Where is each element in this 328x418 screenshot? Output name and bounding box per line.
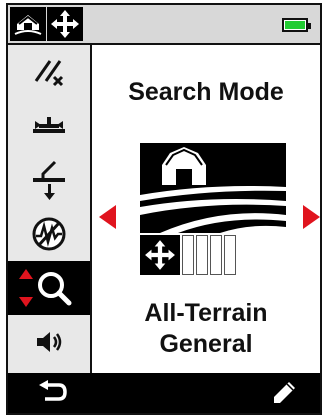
mode-slot — [182, 235, 194, 275]
bottom-bar — [8, 373, 320, 413]
back-arrow-icon — [39, 380, 67, 401]
back-button[interactable] — [32, 377, 72, 409]
pencil-icon — [274, 382, 295, 403]
top-status-bar — [8, 5, 320, 45]
ground-balance-icon — [33, 117, 65, 133]
mode-name-line1: All-Terrain — [144, 299, 268, 327]
sidebar-menu — [8, 45, 92, 373]
sensitivity-slash-icon — [34, 60, 64, 87]
sidebar-item-noise-cancel[interactable] — [8, 207, 90, 261]
sidebar-item-sensitivity[interactable] — [8, 45, 90, 99]
pan-arrows-icon[interactable] — [47, 7, 83, 41]
threshold-icon — [33, 160, 65, 200]
detector-screen: Search Mode All-Terrain General — [6, 3, 322, 415]
sidebar-item-volume[interactable] — [8, 315, 90, 369]
noise-cancel-icon — [32, 217, 66, 251]
previous-mode-arrow[interactable] — [99, 205, 116, 229]
sidebar-item-ground-balance[interactable] — [8, 99, 90, 153]
page-title: Search Mode — [128, 78, 284, 106]
search-mode-panel: Search Mode All-Terrain General — [92, 45, 320, 373]
mode-slot — [224, 235, 236, 275]
search-mode-icon — [19, 269, 72, 307]
mode-name-line2: General — [159, 330, 253, 358]
sidebar-item-search-mode[interactable] — [8, 261, 90, 315]
next-mode-arrow[interactable] — [303, 205, 320, 229]
battery-level — [285, 21, 305, 29]
farm-barn-icon — [140, 143, 286, 233]
edit-button[interactable] — [264, 377, 304, 409]
battery-icon — [282, 18, 311, 32]
volume-icon — [37, 332, 62, 352]
pan-arrows-icon — [140, 235, 180, 275]
sidebar-item-threshold[interactable] — [8, 153, 90, 207]
mode-slot — [196, 235, 208, 275]
mode-slot — [210, 235, 222, 275]
home-field-icon[interactable] — [10, 7, 46, 41]
